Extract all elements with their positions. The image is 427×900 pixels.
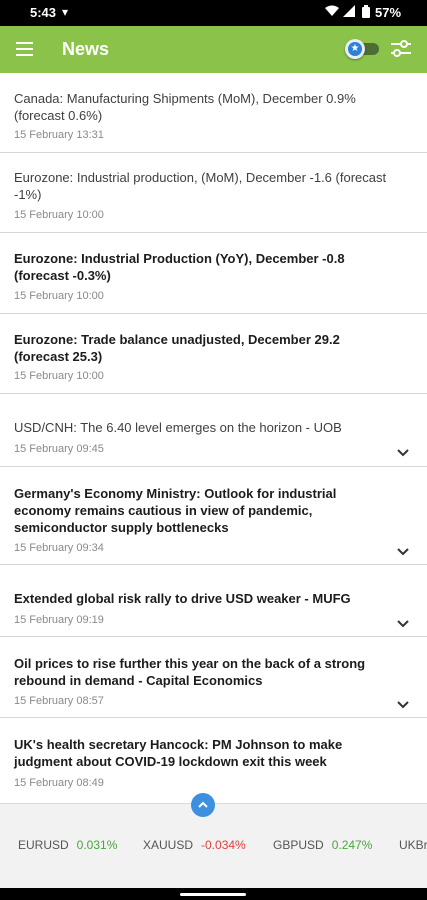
news-time: 15 February 09:34: [14, 542, 104, 554]
news-title: UK's health secretary Hancock: PM Johnso…: [14, 737, 343, 769]
status-time: 5:43: [30, 5, 57, 20]
ticker-change: 0.031%: [76, 838, 118, 852]
news-item[interactable]: Eurozone: Industrial Production (YoY), D…: [0, 233, 427, 314]
news-title: Eurozone: Industrial Production (YoY), D…: [14, 251, 345, 283]
chevron-down-icon[interactable]: [396, 445, 410, 457]
news-time: 15 February 09:19: [14, 614, 104, 626]
page-title: News: [62, 39, 110, 59]
news-title: Eurozone: Trade balance unadjusted, Dece…: [14, 332, 340, 364]
news-time: 15 February 10:00: [14, 370, 104, 382]
expand-tickers-button[interactable]: [191, 793, 215, 817]
news-item[interactable]: USD/CNH: The 6.40 level emerges on the h…: [0, 394, 427, 467]
news-title: Canada: Manufacturing Shipments (MoM), D…: [14, 91, 356, 123]
news-item[interactable]: Eurozone: Industrial production, (MoM), …: [0, 153, 427, 233]
ticker-item[interactable]: UKBr: [399, 838, 427, 852]
notification-icon: ▾: [62, 5, 69, 19]
news-title: USD/CNH: The 6.40 level emerges on the h…: [14, 420, 342, 435]
star-icon: ★: [348, 42, 362, 56]
news-title: Extended global risk rally to drive USD …: [14, 591, 351, 606]
news-item[interactable]: Germany's Economy Ministry: Outlook for …: [0, 467, 427, 565]
news-time: 15 February 13:31: [14, 129, 104, 141]
news-item[interactable]: Canada: Manufacturing Shipments (MoM), D…: [0, 73, 427, 153]
ticker-symbol: UKBr: [399, 838, 427, 852]
chevron-down-icon[interactable]: [396, 616, 410, 628]
wifi-icon: [325, 5, 339, 20]
news-title: Oil prices to rise further this year on …: [14, 656, 366, 688]
chevron-down-icon[interactable]: [396, 544, 410, 556]
toggle-knob: ★: [345, 39, 365, 59]
news-time: 15 February 10:00: [14, 209, 104, 221]
news-time: 15 February 08:57: [14, 695, 104, 707]
battery-icon: [362, 5, 370, 21]
news-time: 15 February 09:45: [14, 443, 104, 455]
ticker-item[interactable]: XAUUSD -0.034%: [143, 838, 246, 852]
news-item[interactable]: Eurozone: Trade balance unadjusted, Dece…: [0, 314, 427, 394]
news-title: Germany's Economy Ministry: Outlook for …: [14, 486, 337, 535]
signal-icon: [343, 5, 355, 20]
ticker-item[interactable]: GBPUSD 0.247%: [273, 838, 372, 852]
filter-sliders-icon[interactable]: [390, 39, 412, 59]
battery-percent: 57%: [375, 5, 402, 20]
ticker-item[interactable]: EURUSD 0.031%: [18, 838, 117, 852]
status-bar: 5:43 ▾ 57%: [0, 0, 427, 26]
news-item[interactable]: Oil prices to rise further this year on …: [0, 637, 427, 718]
news-time: 15 February 10:00: [14, 290, 104, 302]
home-gesture-pill[interactable]: [180, 893, 246, 896]
news-title: Eurozone: Industrial production, (MoM), …: [14, 170, 387, 202]
ticker-symbol: EURUSD: [18, 838, 69, 852]
chevron-up-icon: [198, 801, 208, 808]
ticker-symbol: XAUUSD: [143, 838, 194, 852]
system-nav-bar: [0, 888, 427, 900]
news-list[interactable]: Canada: Manufacturing Shipments (MoM), D…: [0, 73, 427, 803]
chevron-down-icon[interactable]: [396, 697, 410, 709]
ticker-change: 0.247%: [331, 838, 373, 852]
ticker-symbol: GBPUSD: [273, 838, 324, 852]
ticker-change: -0.034%: [201, 838, 246, 852]
app-bar: News ★: [0, 26, 427, 73]
star-toggle[interactable]: ★: [345, 39, 379, 59]
news-item[interactable]: Extended global risk rally to drive USD …: [0, 565, 427, 637]
news-item[interactable]: UK's health secretary Hancock: PM Johnso…: [0, 718, 427, 803]
news-time: 15 February 08:49: [14, 777, 104, 789]
hamburger-menu-icon[interactable]: [16, 42, 33, 56]
